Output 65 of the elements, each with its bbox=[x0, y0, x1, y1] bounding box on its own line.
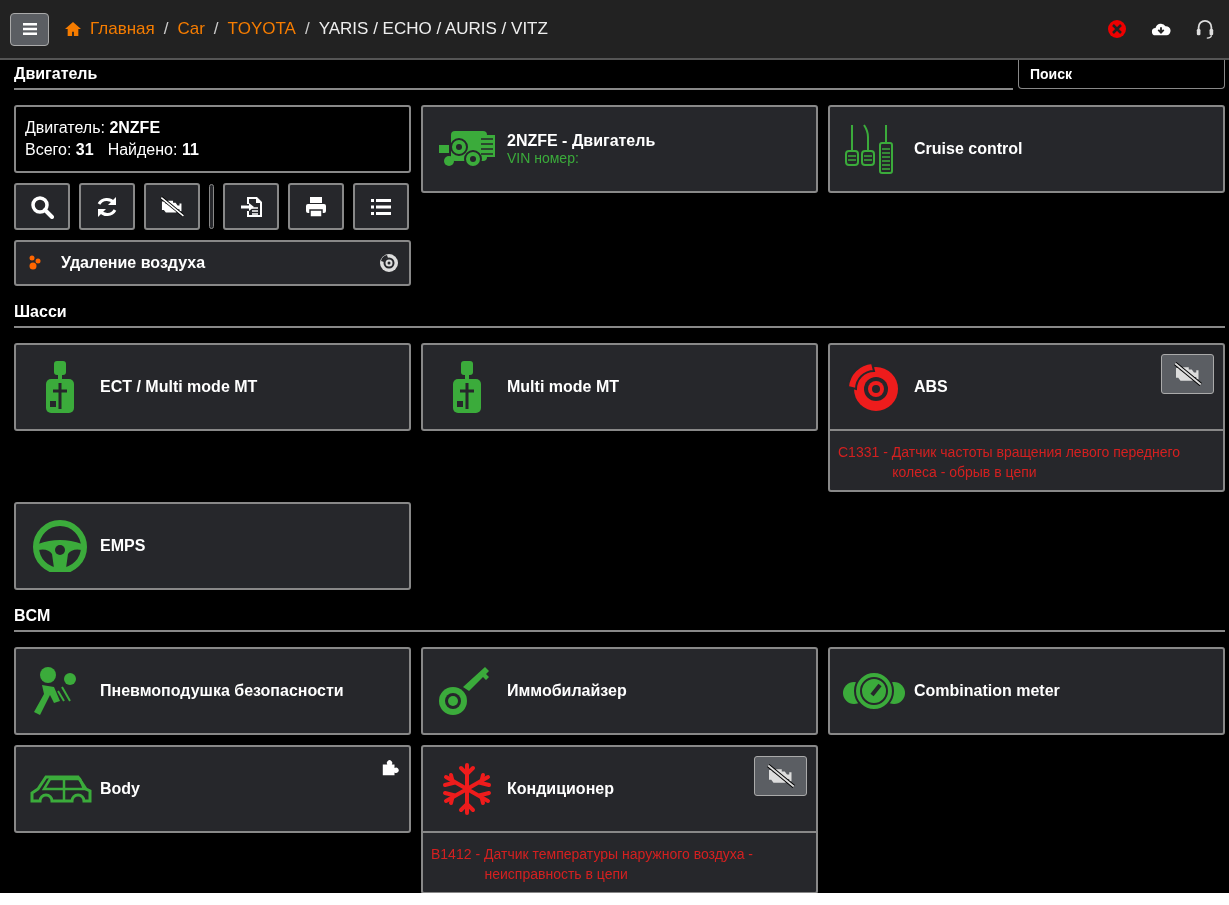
section-title: BCM bbox=[14, 607, 51, 625]
summary-text: Найдено: 11 bbox=[107, 141, 199, 159]
module-card[interactable]: Кондиционер B1412 - Датчик температуры наружного воздуха - неисправность в цепи bbox=[421, 745, 818, 893]
breadcrumb-separator: / bbox=[163, 19, 169, 39]
fault-description: - Датчик температуры наружного воздуха - неисправность в цепи bbox=[475, 845, 755, 884]
module-name: Иммобилайзер bbox=[507, 682, 627, 700]
summary-text: Двигатель: 2NZFE bbox=[25, 119, 161, 137]
module-card[interactable]: Combination meter bbox=[828, 647, 1225, 735]
procedure-row[interactable]: Удаление воздуха bbox=[14, 240, 411, 286]
breadcrumb-link[interactable]: TOYOTA bbox=[227, 19, 296, 39]
list-button[interactable] bbox=[353, 183, 409, 230]
document-import-button[interactable] bbox=[223, 183, 279, 230]
breadcrumb-link[interactable]: Главная bbox=[90, 19, 155, 39]
engine-off-icon bbox=[1172, 362, 1203, 386]
module-name: Кондиционер bbox=[507, 780, 614, 798]
headset-icon[interactable] bbox=[1195, 19, 1215, 39]
module-card[interactable]: Cruise control bbox=[828, 105, 1225, 193]
module-name: ECT / Multi mode MT bbox=[100, 378, 258, 396]
module-name: EMPS bbox=[100, 537, 146, 555]
fault-description: - Датчик частоты вращения левого переднего колеса - обрыв в цепи bbox=[883, 443, 1182, 482]
procedure-label: Удаление воздуха bbox=[61, 254, 206, 272]
engine-off-button[interactable] bbox=[1161, 354, 1214, 394]
module-card[interactable]: Пневмоподушка безопасности bbox=[14, 647, 411, 735]
home-icon[interactable] bbox=[64, 21, 82, 37]
breadcrumb-current: YARIS / ECHO / AURIS / VITZ bbox=[318, 19, 548, 39]
module-name: Body bbox=[100, 780, 140, 798]
module-card[interactable]: Multi mode MT bbox=[421, 343, 818, 431]
search-field[interactable]: Поиск bbox=[1018, 60, 1225, 89]
bubbles-icon bbox=[28, 255, 42, 271]
module-card[interactable]: EMPS bbox=[14, 502, 411, 590]
fault-code: B1412 bbox=[431, 845, 472, 864]
engine-off-button[interactable] bbox=[144, 183, 200, 230]
module-name: Пневмоподушка безопасности bbox=[100, 682, 344, 700]
module-name: Multi mode MT bbox=[507, 378, 619, 396]
module-card[interactable]: Иммобилайзер bbox=[421, 647, 818, 735]
breadcrumb-link[interactable]: Car bbox=[177, 19, 205, 39]
module-name: Cruise control bbox=[914, 140, 1023, 158]
engine-off-icon bbox=[765, 764, 796, 788]
fault-code: C1331 bbox=[838, 443, 880, 462]
printer-button[interactable] bbox=[288, 183, 344, 230]
module-card[interactable]: Body bbox=[14, 745, 411, 833]
printer-icon bbox=[304, 194, 328, 219]
menu-icon bbox=[22, 23, 37, 35]
module-subtitle: VIN номер: bbox=[507, 150, 580, 166]
module-card[interactable]: ECT / Multi mode MT bbox=[14, 343, 411, 431]
brake-disc-icon bbox=[379, 253, 399, 273]
menu-button[interactable] bbox=[10, 12, 49, 46]
module-name: ABS bbox=[914, 378, 948, 396]
search-icon bbox=[30, 194, 54, 219]
refresh-button[interactable] bbox=[79, 183, 135, 230]
engine-off-button[interactable] bbox=[754, 756, 807, 796]
search-button[interactable] bbox=[14, 183, 70, 230]
section-title: Шасси bbox=[14, 303, 67, 321]
document-import-icon bbox=[239, 194, 263, 219]
section-title: Двигатель bbox=[14, 65, 98, 83]
breadcrumb-separator: / bbox=[304, 19, 310, 39]
summary-text: Всего: 31 bbox=[25, 141, 94, 159]
module-name: Combination meter bbox=[914, 682, 1060, 700]
engine-off-icon bbox=[160, 194, 184, 219]
toolbar-divider bbox=[209, 184, 214, 229]
error-icon[interactable] bbox=[1107, 19, 1127, 39]
module-card[interactable]: ABS C1331 - Датчик частоты вращения левого переднего колеса - обрыв в цепи bbox=[828, 343, 1225, 492]
module-name: 2NZFE - Двигатель bbox=[507, 132, 656, 150]
module-card[interactable]: 2NZFE - Двигатель VIN номер: bbox=[421, 105, 818, 193]
breadcrumb-separator: / bbox=[213, 19, 219, 39]
